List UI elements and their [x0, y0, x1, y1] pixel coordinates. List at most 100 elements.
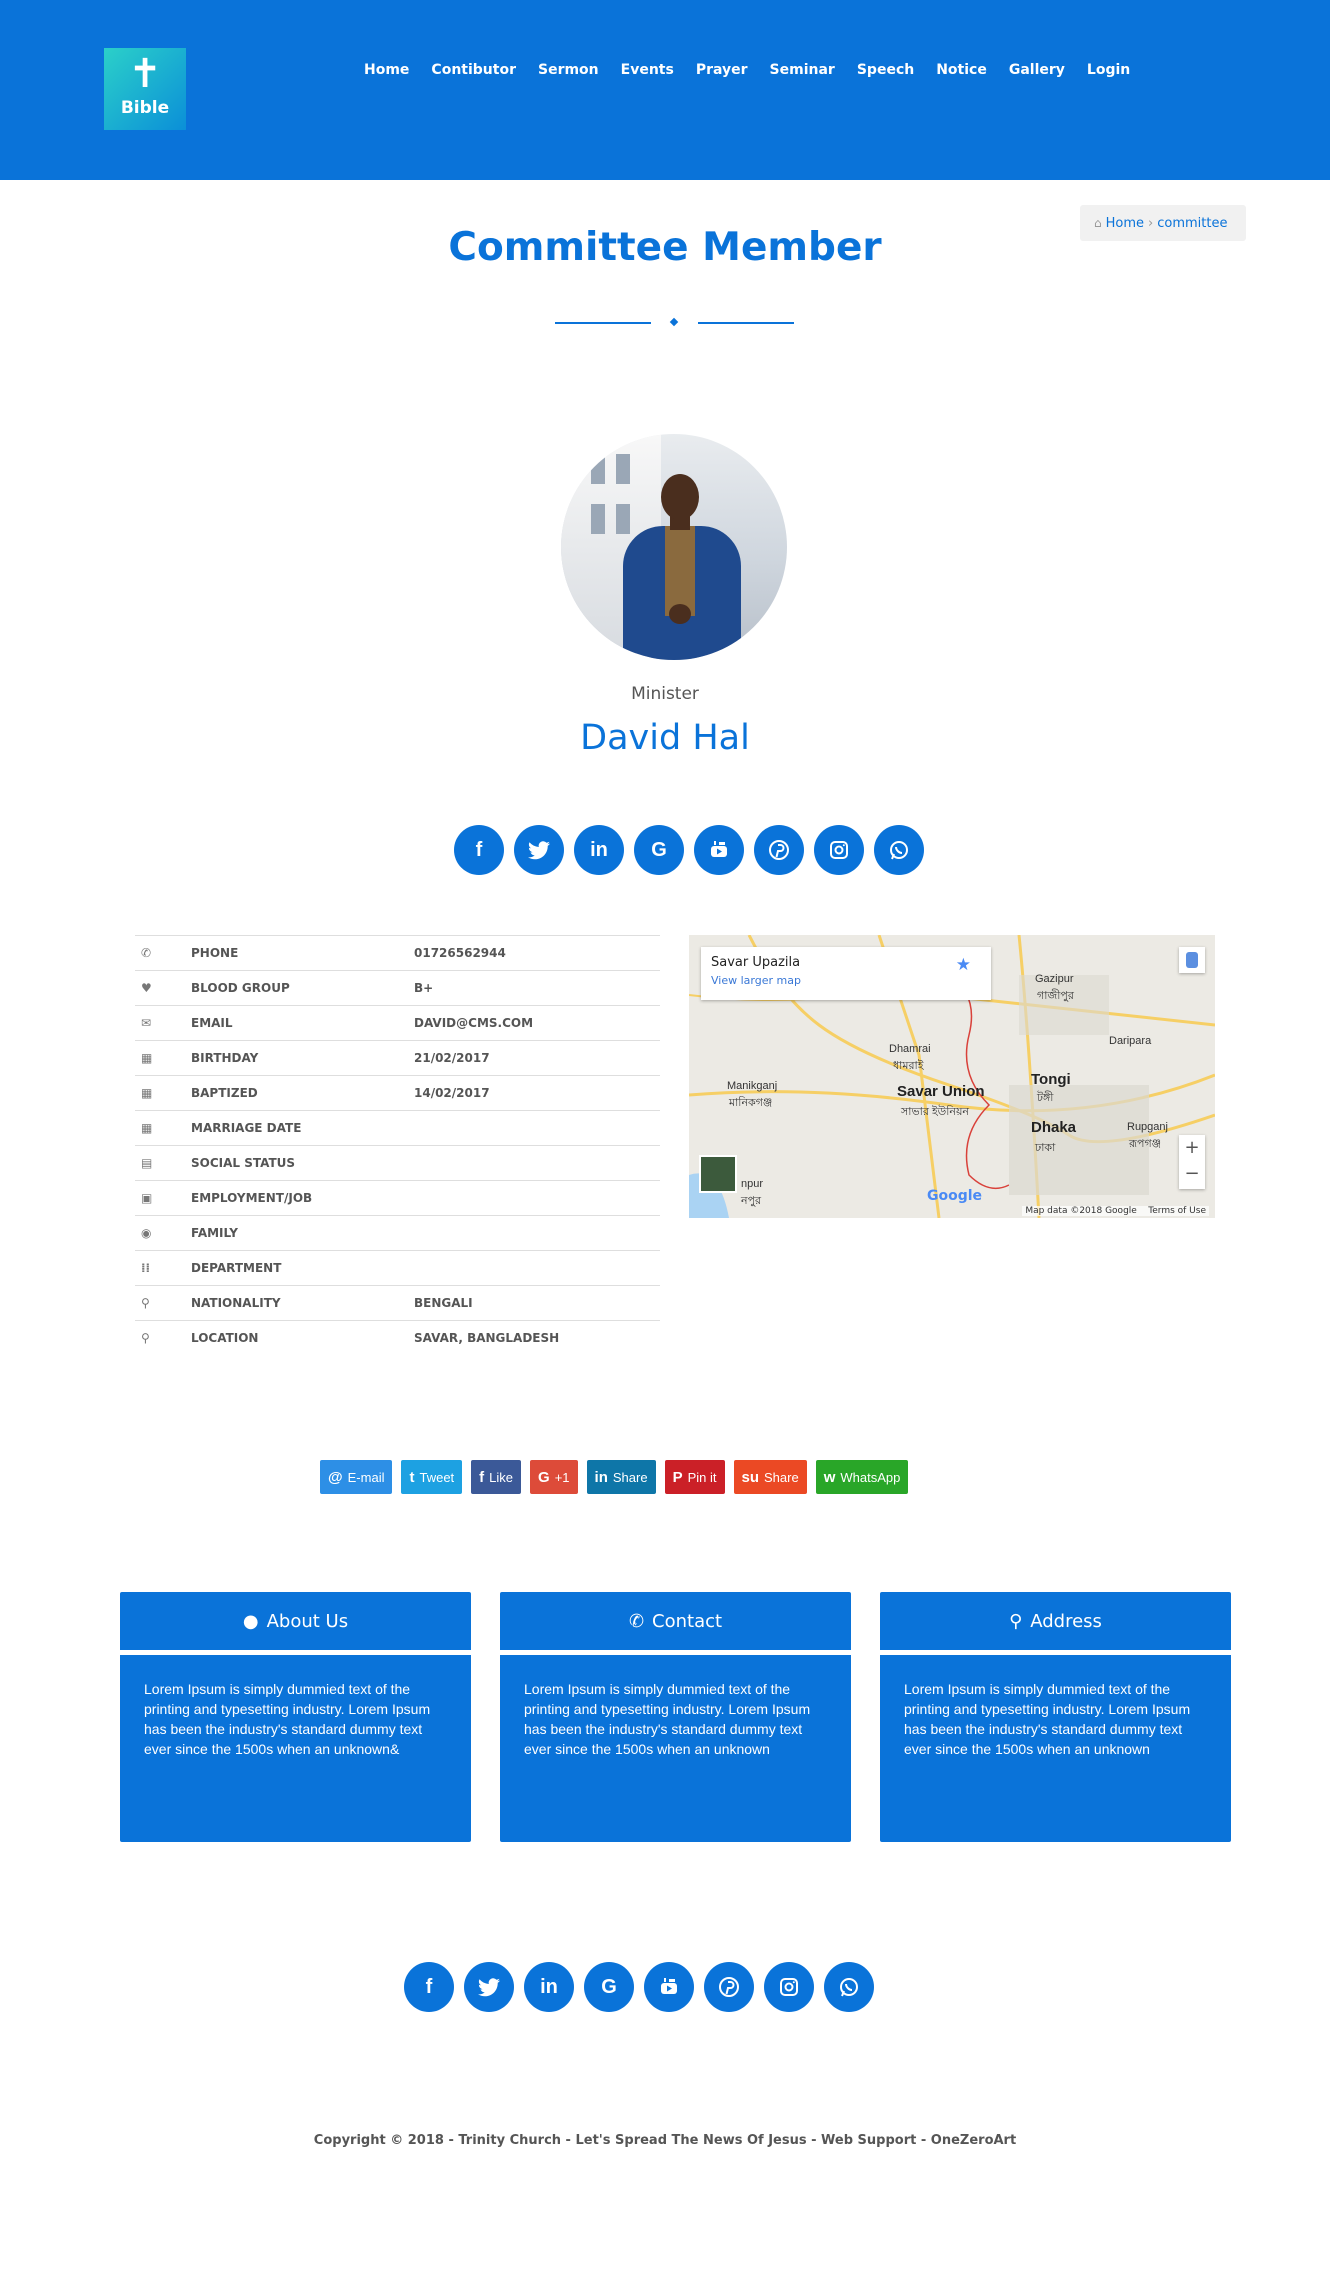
info-card-contact: ✆ Contact Lorem Ipsum is simply dummied te… [500, 1592, 851, 1842]
google-icon[interactable]: G [584, 1962, 634, 2012]
nav-seminar[interactable]: Seminar [759, 58, 846, 82]
linkedin-icon[interactable]: in [574, 825, 624, 875]
detail-value [414, 1146, 660, 1181]
card-title: About Us [266, 1610, 349, 1632]
cross-icon: ✝ [128, 51, 162, 97]
nav-speech[interactable]: Speech [846, 58, 925, 82]
share-button-pin-it[interactable]: P Pin it [664, 1460, 725, 1494]
nav-prayer[interactable]: Prayer [685, 58, 759, 82]
logo-text: Bible [120, 98, 170, 118]
zoom-out-button[interactable]: − [1179, 1161, 1205, 1187]
detail-label: EMPLOYMENT/JOB [191, 1191, 313, 1205]
header: ✝ Bible Home Contibutor Sermon Events Pr… [0, 0, 1330, 180]
details-row: ⁞⁞ DEPARTMENT [135, 1250, 660, 1286]
whatsapp-icon[interactable] [824, 1962, 874, 2012]
nav-home[interactable]: Home [350, 58, 420, 82]
share-button-e-mail[interactable]: @ E-mail [320, 1460, 393, 1494]
map-marker-icon: ⚲ [1009, 1610, 1023, 1632]
nav-notice[interactable]: Notice [925, 58, 998, 82]
map-label-dhaka: Dhaka [1031, 1119, 1077, 1136]
map-label-dhaka-bn: ঢাকা [1035, 1142, 1056, 1154]
detail-value [414, 1111, 660, 1146]
nav-events[interactable]: Events [610, 58, 685, 82]
detail-value: BENGALI [414, 1296, 473, 1310]
map-info-card: Savar Upazila View larger map ★ [701, 947, 991, 1000]
nav-gallery[interactable]: Gallery [998, 58, 1076, 82]
share-label: Share [612, 1469, 648, 1485]
envelope-icon: ✉ [141, 1016, 152, 1030]
whatsapp-icon[interactable] [874, 825, 924, 875]
twitter-icon[interactable] [464, 1962, 514, 2012]
title-divider-left [555, 322, 651, 324]
twitter-icon[interactable] [514, 825, 564, 875]
instagram-icon[interactable] [764, 1962, 814, 2012]
zoom-in-button[interactable]: + [1179, 1135, 1205, 1161]
share-button-tweet[interactable]: t Tweet [401, 1460, 463, 1494]
pinterest-icon[interactable] [704, 1962, 754, 2012]
youtube-icon[interactable] [694, 825, 744, 875]
map-label-manikganj-bn: মানিকগঞ্জ [729, 1097, 773, 1109]
share-label: Tweet [419, 1469, 455, 1485]
facebook-icon[interactable]: f [404, 1962, 454, 2012]
avatar-window [591, 504, 605, 534]
share-button-like[interactable]: f Like [471, 1460, 522, 1494]
map-label-rupganj-bn: রূপগঞ্জ [1129, 1138, 1162, 1150]
detail-label: DEPARTMENT [191, 1261, 282, 1275]
street-view-icon[interactable] [1179, 947, 1205, 973]
details-row: ◉ FAMILY [135, 1215, 660, 1251]
details-row: ▦ MARRIAGE DATE [135, 1110, 660, 1146]
book-icon: ▤ [141, 1156, 153, 1170]
youtube-icon[interactable] [644, 1962, 694, 2012]
at-icon: @ [328, 1468, 343, 1486]
phone-icon: ✆ [141, 946, 152, 960]
satellite-toggle[interactable] [699, 1155, 737, 1193]
facebook-icon[interactable]: f [454, 825, 504, 875]
card-body: Lorem Ipsum is simply dummied text of th… [120, 1655, 471, 1842]
detail-value [414, 1251, 660, 1286]
card-title: Contact [652, 1610, 723, 1632]
detail-label: PHONE [191, 946, 239, 960]
location-map[interactable]: Gazipur গাজীপুর Daripara Dhamrai ধামরাই … [689, 935, 1215, 1218]
member-name: David Hal [580, 718, 750, 758]
nav-login[interactable]: Login [1076, 58, 1141, 82]
map-marker-icon: ⚲ [141, 1296, 150, 1310]
info-card-address: ⚲ Address Lorem Ipsum is simply dummied te… [880, 1592, 1231, 1842]
details-row: ▣ EMPLOYMENT/JOB [135, 1180, 660, 1216]
title-divider-diamond [669, 317, 679, 327]
share-button-share[interactable]: su Share [733, 1460, 807, 1494]
detail-value: 01726562944 [414, 946, 506, 960]
map-label-npur-bn: নপুর [741, 1195, 762, 1207]
facebook-icon: f [479, 1468, 485, 1486]
logo[interactable]: ✝ Bible [104, 48, 186, 130]
share-label: +1 [554, 1469, 570, 1485]
instagram-icon[interactable] [814, 825, 864, 875]
nav-contibutor[interactable]: Contibutor [420, 58, 527, 82]
detail-label: FAMILY [191, 1226, 238, 1240]
map-label-savar-bn: সাভার ইউনিয়ন [901, 1106, 969, 1118]
detail-value [414, 1181, 660, 1216]
detail-value: DAVID@CMS.COM [414, 1016, 534, 1030]
detail-value: 21/02/2017 [414, 1051, 490, 1065]
detail-value: SAVAR, BANGLADESH [414, 1331, 560, 1346]
whatsapp-icon: w [823, 1468, 836, 1486]
view-larger-map-link[interactable]: View larger map [711, 974, 981, 987]
map-data-text: Map data ©2018 Google [1025, 1206, 1137, 1216]
google-icon[interactable]: G [634, 825, 684, 875]
share-button--1[interactable]: G +1 [530, 1460, 578, 1494]
pinterest-icon[interactable] [754, 825, 804, 875]
map-terms-link[interactable]: Terms of Use [1148, 1206, 1206, 1216]
detail-value: 14/02/2017 [414, 1086, 490, 1100]
share-label: Share [764, 1469, 799, 1485]
share-button-share[interactable]: in Share [586, 1460, 656, 1494]
detail-label: BLOOD GROUP [191, 981, 290, 995]
twitter-icon: t [409, 1468, 415, 1486]
page-title: Committee Member [448, 225, 882, 270]
nav-sermon[interactable]: Sermon [527, 58, 610, 82]
share-label: Pin it [687, 1469, 717, 1485]
card-header: ● About Us [120, 1592, 471, 1650]
share-button-whatsapp[interactable]: w WhatsApp [815, 1460, 909, 1494]
google-plus-icon: G [538, 1468, 550, 1486]
star-icon[interactable]: ★ [956, 955, 971, 975]
linkedin-icon[interactable]: in [524, 1962, 574, 2012]
linkedin-icon: in [594, 1468, 608, 1486]
